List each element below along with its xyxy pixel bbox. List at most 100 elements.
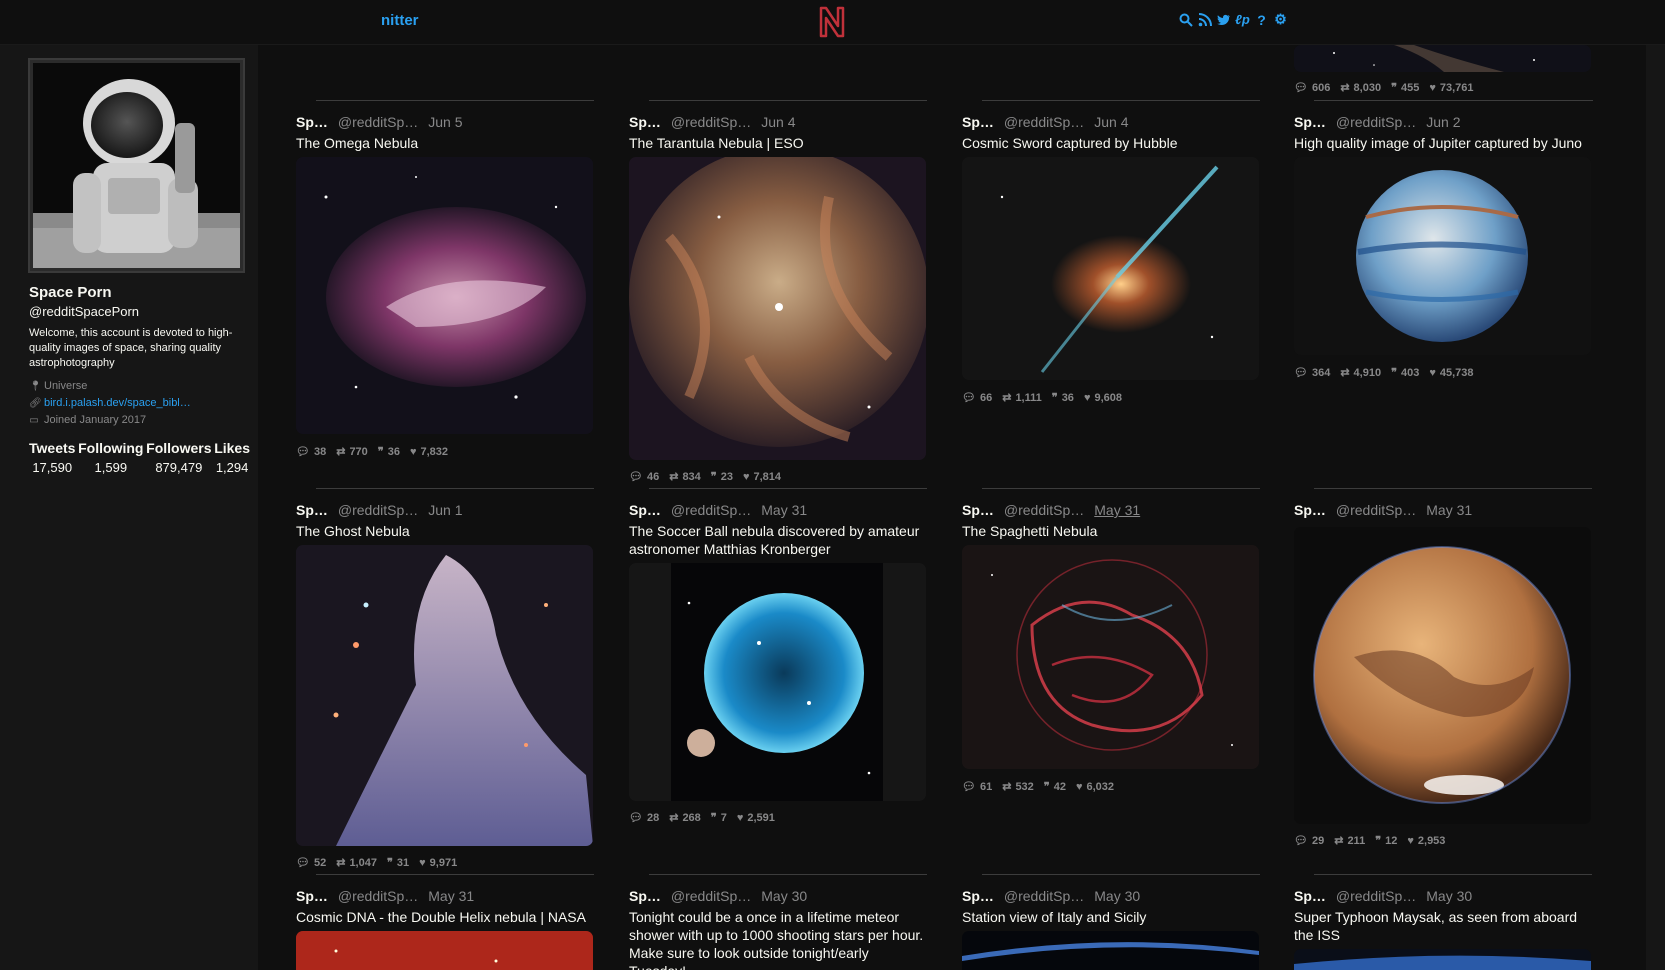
tweet-media-image[interactable] (1294, 949, 1591, 970)
tweet-card[interactable]: Sp… @redditSp… May 30 Super Typhoon Mays… (1294, 875, 1591, 970)
tweet-fullname[interactable]: Sp… (1294, 114, 1326, 130)
tweet-media-image[interactable] (962, 157, 1259, 380)
tweet-date[interactable]: May 30 (761, 888, 807, 904)
tweet-media-image[interactable] (629, 563, 926, 801)
tweet-date[interactable]: May 31 (428, 888, 474, 904)
tweet-date[interactable]: Jun 1 (428, 502, 462, 518)
profile-fullname[interactable]: Space Porn (29, 284, 112, 301)
like-count[interactable]: ♥ 2,591 (737, 811, 775, 824)
retweet-count[interactable]: ⇄ 532 (1002, 780, 1034, 794)
reply-count[interactable]: 💬︎ 46 (629, 470, 659, 484)
stat-tweets[interactable]: Tweets 17,590 (29, 440, 75, 475)
tweet-date[interactable]: Jun 5 (428, 114, 462, 130)
tweet-fullname[interactable]: Sp… (296, 888, 328, 904)
like-count[interactable]: ♥ 2,953 (1407, 834, 1445, 847)
retweet-count[interactable]: ⇄ 8,030 (1340, 81, 1381, 95)
like-count[interactable]: ♥ 7,814 (743, 470, 781, 483)
tweet-card[interactable]: Sp… @redditSp… May 30 Station view of It… (962, 875, 1259, 970)
tweet-media-image[interactable] (296, 545, 593, 846)
tweet-username[interactable]: @redditSp… (1004, 114, 1084, 130)
twitter-icon[interactable] (1216, 11, 1231, 28)
profile-username[interactable]: @redditSpacePorn (29, 304, 139, 319)
retweet-count[interactable]: ⇄ 211 (1334, 834, 1365, 848)
tweet-fullname[interactable]: Sp… (1294, 502, 1326, 518)
avatar[interactable] (33, 63, 240, 268)
tweet-card[interactable]: Sp… @redditSp… May 30 Tonight could be a… (629, 875, 926, 970)
tweet-username[interactable]: @redditSp… (338, 888, 418, 904)
tweet-fullname[interactable]: Sp… (629, 114, 661, 130)
tweet-date[interactable]: Jun 4 (1094, 114, 1128, 130)
tweet-username[interactable]: @redditSp… (671, 888, 751, 904)
like-count[interactable]: ♥ 9,608 (1084, 391, 1122, 404)
reply-count[interactable]: 💬︎ 61 (962, 780, 992, 794)
tweet-media-image[interactable] (1294, 45, 1591, 72)
tweet-date[interactable]: Jun 2 (1426, 114, 1460, 130)
website-link[interactable]: bird.i.palash.dev/space_bibl… (44, 397, 191, 409)
retweet-count[interactable]: ⇄ 834 (669, 470, 701, 484)
quote-count[interactable]: ❞ 36 (378, 445, 400, 459)
tweet-media-image[interactable] (962, 931, 1259, 970)
quote-count[interactable]: ❞ 7 (711, 811, 727, 825)
tweet-date[interactable]: May 30 (1094, 888, 1140, 904)
reply-count[interactable]: 💬︎ 66 (962, 391, 992, 405)
tweet-media-image[interactable] (629, 157, 926, 460)
retweet-count[interactable]: ⇄ 1,047 (336, 856, 377, 870)
nitter-home-link[interactable]: nitter (381, 12, 419, 29)
stat-following[interactable]: Following 1,599 (78, 440, 143, 475)
tweet-media-image[interactable] (1294, 527, 1591, 824)
tweet-username[interactable]: @redditSp… (1336, 502, 1416, 518)
like-count[interactable]: ♥ 73,761 (1429, 81, 1473, 94)
search-icon[interactable] (1178, 11, 1193, 28)
reply-count[interactable]: 💬︎ 29 (1294, 834, 1324, 848)
reply-count[interactable]: 💬︎ 28 (629, 811, 659, 825)
quote-count[interactable]: ❞ 12 (1375, 834, 1397, 848)
tweet-card[interactable]: Sp… @redditSp… May 31 Cosmic DNA - the D… (296, 875, 593, 970)
quote-count[interactable]: ❞ 455 (1391, 81, 1419, 95)
quote-count[interactable]: ❞ 36 (1052, 391, 1074, 405)
tweet-date[interactable]: May 31 (761, 502, 807, 518)
reply-count[interactable]: 💬︎ 606 (1294, 81, 1330, 95)
tweet-fullname[interactable]: Sp… (962, 502, 994, 518)
tweet-fullname[interactable]: Sp… (296, 114, 328, 130)
tweet-username[interactable]: @redditSp… (338, 114, 418, 130)
gear-icon[interactable]: ⚙ (1273, 11, 1288, 28)
tweet-username[interactable]: @redditSp… (671, 114, 751, 130)
tweet-date[interactable]: May 31 (1094, 502, 1140, 518)
tweet-media-image[interactable] (962, 545, 1259, 769)
reply-count[interactable]: 💬︎ 38 (296, 445, 326, 459)
quote-count[interactable]: ❞ 31 (387, 856, 409, 870)
quote-count[interactable]: ❞ 403 (1391, 366, 1419, 380)
rss-icon[interactable] (1197, 11, 1212, 28)
tweet-fullname[interactable]: Sp… (629, 888, 661, 904)
quote-count[interactable]: ❞ 42 (1044, 780, 1066, 794)
quote-count[interactable]: ❞ 23 (711, 470, 733, 484)
tweet-card[interactable]: Sp… @redditSp… May 31 The Spaghetti Nebu… (962, 489, 1259, 869)
tweet-fullname[interactable]: Sp… (1294, 888, 1326, 904)
like-count[interactable]: ♥ 6,032 (1076, 780, 1114, 793)
tweet-card[interactable]: Sp… @redditSp… Jun 4 Cosmic Sword captur… (962, 101, 1259, 461)
tweet-fullname[interactable]: Sp… (962, 888, 994, 904)
tweet-card[interactable]: Sp… @redditSp… Jun 5 The Omega Nebula 💬︎… (296, 101, 593, 461)
retweet-count[interactable]: ⇄ 1,111 (1002, 391, 1042, 405)
tweet-date[interactable]: Jun 4 (761, 114, 795, 130)
tweet-username[interactable]: @redditSp… (1004, 888, 1084, 904)
retweet-count[interactable]: ⇄ 4,910 (1340, 366, 1381, 380)
tweet-card[interactable]: Sp… @redditSp… Jun 4 The Tarantula Nebul… (629, 101, 926, 483)
help-icon[interactable]: ? (1254, 11, 1269, 28)
tweet-date[interactable]: May 30 (1426, 888, 1472, 904)
tweet-media-image[interactable] (1294, 157, 1591, 355)
pleroma-icon[interactable]: ℓp (1235, 11, 1250, 28)
tweet-username[interactable]: @redditSp… (1336, 888, 1416, 904)
tweet-username[interactable]: @redditSp… (1336, 114, 1416, 130)
reply-count[interactable]: 💬︎ 364 (1294, 366, 1330, 380)
profile-avatar-frame[interactable] (28, 58, 245, 273)
retweet-count[interactable]: ⇄ 770 (336, 445, 368, 459)
tweet-date[interactable]: May 31 (1426, 502, 1472, 518)
tweet-card[interactable]: Sp… @redditSp… Jun 1 The Ghost Nebula 💬︎… (296, 489, 593, 869)
like-count[interactable]: ♥ 9,971 (419, 856, 457, 869)
tweet-username[interactable]: @redditSp… (671, 502, 751, 518)
tweet-card[interactable]: Sp… @redditSp… May 31 💬︎ 29 ⇄ 211 ❞ 12 ♥ 2,9… (1294, 489, 1591, 869)
tweet-fullname[interactable]: Sp… (296, 502, 328, 518)
retweet-count[interactable]: ⇄ 268 (669, 811, 701, 825)
tweet-card[interactable]: Sp… @redditSp… May 31 The Soccer Ball ne… (629, 489, 926, 869)
